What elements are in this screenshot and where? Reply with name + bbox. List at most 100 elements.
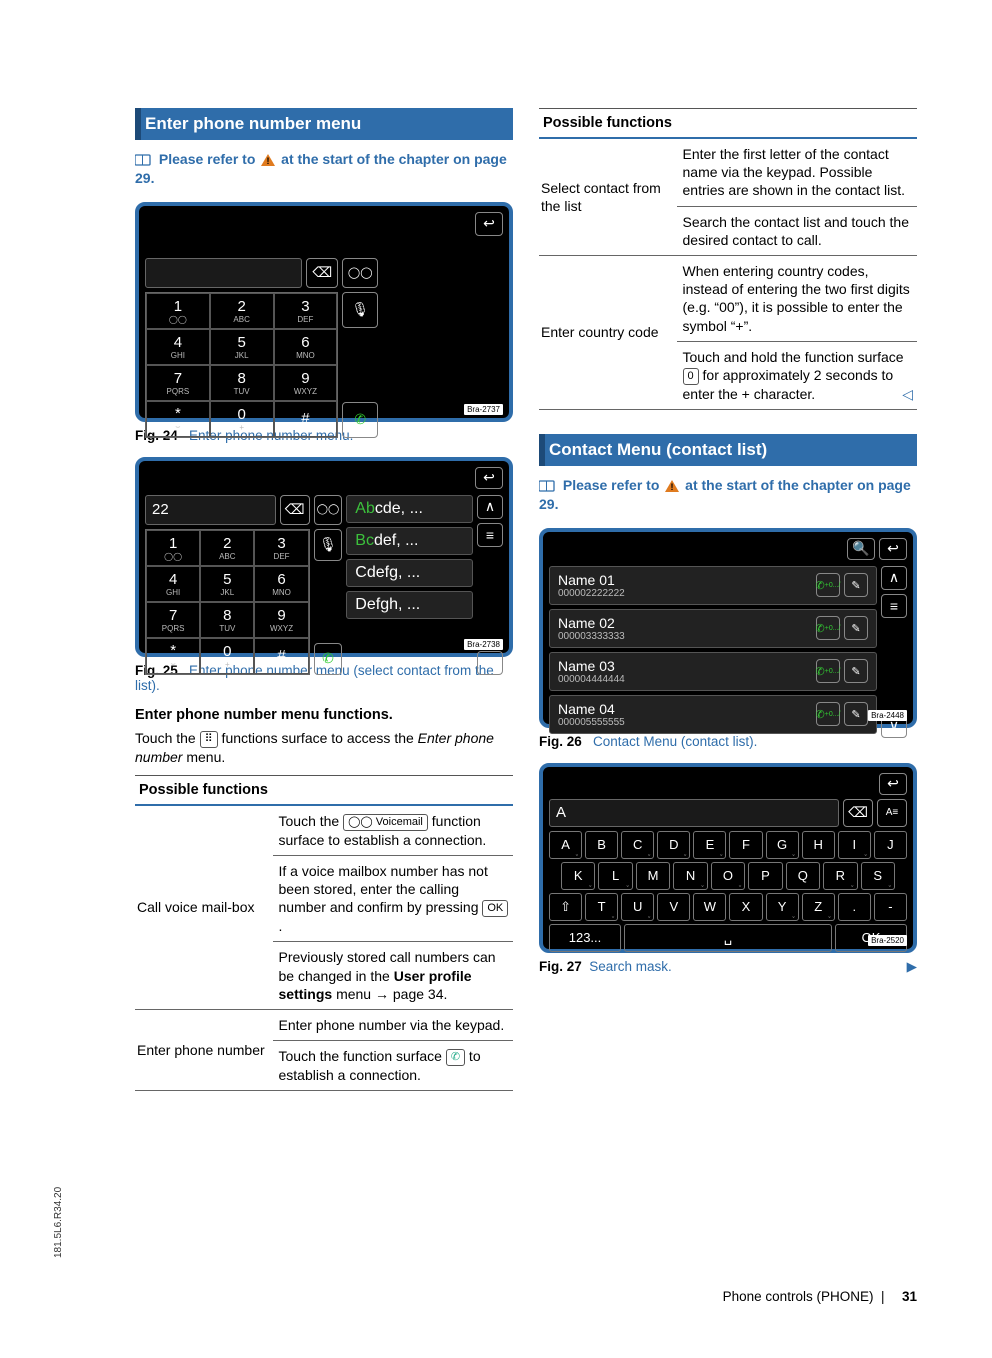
keypad-key[interactable]: 8TUV bbox=[200, 602, 254, 638]
keypad-key[interactable]: 1◯◯ bbox=[146, 293, 210, 329]
keypad-key[interactable]: 5JKL bbox=[210, 329, 274, 365]
keyboard-key[interactable]: Eˬ bbox=[693, 831, 726, 859]
keyboard-key[interactable]: Uˬ bbox=[621, 893, 654, 921]
voicemail-icon[interactable]: ◯◯ bbox=[314, 495, 343, 525]
keypad-key[interactable]: 3DEF bbox=[254, 530, 308, 566]
scroll-up-icon[interactable]: ∧ bbox=[477, 495, 503, 519]
image-code: Bra-2737 bbox=[464, 404, 503, 415]
dialer-input[interactable] bbox=[145, 258, 302, 288]
doc-side-code: 181.5L6.R34.20 bbox=[53, 1187, 64, 1258]
contact-suggestion[interactable]: Abcde, ... bbox=[346, 495, 473, 523]
keyboard-key[interactable]: Oˬ bbox=[711, 862, 745, 890]
space-key[interactable]: ␣ bbox=[624, 924, 832, 952]
scroll-down-icon[interactable]: ∨ bbox=[477, 651, 503, 675]
figure-24: ↩ ⌫ 1◯◯2ABC3DEF 4GHI5JKL6MNO 7PQRS8TUV9WXY… bbox=[135, 202, 513, 422]
backspace-icon[interactable]: ⌫ bbox=[843, 799, 873, 827]
keyboard-key[interactable]: X bbox=[729, 893, 762, 921]
az-list-icon[interactable]: A≡ bbox=[877, 799, 907, 827]
mic-icon[interactable]: 🎙 bbox=[342, 292, 378, 328]
list-icon[interactable]: ≡ bbox=[477, 523, 503, 547]
contact-row[interactable]: Name 03000004444444✆+0.../✎ bbox=[549, 652, 877, 691]
keyboard-key[interactable]: F bbox=[729, 831, 762, 859]
keypad-key[interactable]: 0+ bbox=[210, 401, 274, 437]
keypad-key[interactable]: 8TUV bbox=[210, 365, 274, 401]
keypad-key[interactable]: 6MNO bbox=[274, 329, 338, 365]
keyboard-key[interactable]: Tˬ bbox=[585, 893, 618, 921]
edit-icon[interactable]: ✎ bbox=[844, 702, 868, 726]
keyboard-key[interactable]: . bbox=[838, 893, 871, 921]
contact-suggestion[interactable]: Bcdef, ... bbox=[346, 527, 473, 555]
contact-suggestion[interactable]: Cdefg, ... bbox=[346, 559, 473, 587]
keypad-key[interactable]: 4GHI bbox=[146, 329, 210, 365]
keyboard-key[interactable]: Cˬ bbox=[621, 831, 654, 859]
keypad-key[interactable]: 4GHI bbox=[146, 566, 200, 602]
keyboard-key[interactable]: Rˬ bbox=[823, 862, 857, 890]
dialer-input[interactable]: 22 bbox=[145, 495, 276, 525]
image-code: Bra-2738 bbox=[464, 639, 503, 650]
keyboard-key[interactable]: Nˬ bbox=[673, 862, 707, 890]
mic-icon[interactable]: 🎙 bbox=[314, 529, 343, 561]
keypad-key[interactable]: # bbox=[254, 638, 308, 674]
keypad-key[interactable]: 7PQRS bbox=[146, 365, 210, 401]
keyboard-key[interactable]: P bbox=[748, 862, 782, 890]
keyboard-key[interactable]: Aˬ bbox=[549, 831, 582, 859]
keyboard-key[interactable]: Sˬ bbox=[861, 862, 895, 890]
backspace-icon[interactable]: ⌫ bbox=[306, 258, 338, 288]
back-icon[interactable]: ↩ bbox=[475, 467, 503, 489]
keyboard-key[interactable]: Dˬ bbox=[657, 831, 690, 859]
voicemail-icon[interactable]: ◯◯ bbox=[342, 258, 378, 288]
keypad-key[interactable]: 0+ bbox=[200, 638, 254, 674]
keyboard-key[interactable]: Q bbox=[786, 862, 820, 890]
keyboard-key[interactable]: - bbox=[874, 893, 907, 921]
call-icon[interactable]: ✆ bbox=[314, 643, 343, 675]
keypad-key[interactable]: 9WXYZ bbox=[254, 602, 308, 638]
list-icon[interactable]: ≡ bbox=[881, 594, 907, 618]
keypad-key[interactable]: 1◯◯ bbox=[146, 530, 200, 566]
keyboard-key[interactable]: W bbox=[693, 893, 726, 921]
contact-row[interactable]: Name 04000005555555✆+0.../✎ bbox=[549, 695, 877, 734]
scroll-up-icon[interactable]: ∧ bbox=[881, 566, 907, 590]
call-icon[interactable]: ✆+0.../ bbox=[816, 702, 840, 726]
backspace-icon[interactable]: ⌫ bbox=[280, 495, 310, 525]
function-description: Enter the first letter of the contact na… bbox=[677, 139, 918, 206]
keyboard-key[interactable]: J bbox=[874, 831, 907, 859]
keyboard-key[interactable]: Iˬ bbox=[838, 831, 871, 859]
keypad-key[interactable]: 2ABC bbox=[210, 293, 274, 329]
keypad-key[interactable]: *⌣ bbox=[146, 638, 200, 674]
call-icon[interactable]: ✆+0.../ bbox=[816, 573, 840, 597]
keypad-key[interactable]: 3DEF bbox=[274, 293, 338, 329]
keyboard-key[interactable]: Gˬ bbox=[766, 831, 799, 859]
search-icon[interactable]: 🔍 bbox=[847, 538, 875, 560]
keyboard-key[interactable]: V bbox=[657, 893, 690, 921]
keypad-key[interactable]: 5JKL bbox=[200, 566, 254, 602]
contact-suggestion[interactable]: Defgh, ... bbox=[346, 591, 473, 619]
contact-row[interactable]: Name 01000002222222✆+0.../✎ bbox=[549, 566, 877, 605]
call-icon[interactable]: ✆+0.../ bbox=[816, 616, 840, 640]
keyboard-key[interactable]: Lˬ bbox=[598, 862, 632, 890]
keyboard-key[interactable]: Kˬ bbox=[561, 862, 595, 890]
keypad-key[interactable]: 7PQRS bbox=[146, 602, 200, 638]
back-icon[interactable]: ↩ bbox=[475, 212, 503, 236]
search-input[interactable]: A bbox=[549, 799, 839, 827]
call-icon[interactable]: ✆ bbox=[342, 402, 378, 438]
keypad-key[interactable]: 6MNO bbox=[254, 566, 308, 602]
keyboard-key[interactable]: B bbox=[585, 831, 618, 859]
edit-icon[interactable]: ✎ bbox=[844, 616, 868, 640]
keypad-key[interactable]: # bbox=[274, 401, 338, 437]
keypad-key[interactable]: 2ABC bbox=[200, 530, 254, 566]
keyboard-key[interactable]: H bbox=[802, 831, 835, 859]
contact-row[interactable]: Name 02000003333333✆+0.../✎ bbox=[549, 609, 877, 648]
keyboard-key[interactable]: Yˬ bbox=[766, 893, 799, 921]
keyboard-key[interactable]: ⇧ bbox=[549, 893, 582, 921]
mode-key[interactable]: 123... bbox=[549, 924, 621, 952]
back-icon[interactable]: ↩ bbox=[879, 773, 907, 795]
call-icon[interactable]: ✆+0.../ bbox=[816, 659, 840, 683]
figure-27: ↩ A ⌫ A≡ AˬBCˬDˬEˬFGˬHIˬJ KˬLˬMNˬOˬPQRˬS… bbox=[539, 763, 917, 953]
keyboard-key[interactable]: Zˬ bbox=[802, 893, 835, 921]
edit-icon[interactable]: ✎ bbox=[844, 659, 868, 683]
keypad-key[interactable]: *⌣ bbox=[146, 401, 210, 437]
edit-icon[interactable]: ✎ bbox=[844, 573, 868, 597]
keyboard-key[interactable]: M bbox=[636, 862, 670, 890]
keypad-key[interactable]: 9WXYZ bbox=[274, 365, 338, 401]
back-icon[interactable]: ↩ bbox=[879, 538, 907, 560]
